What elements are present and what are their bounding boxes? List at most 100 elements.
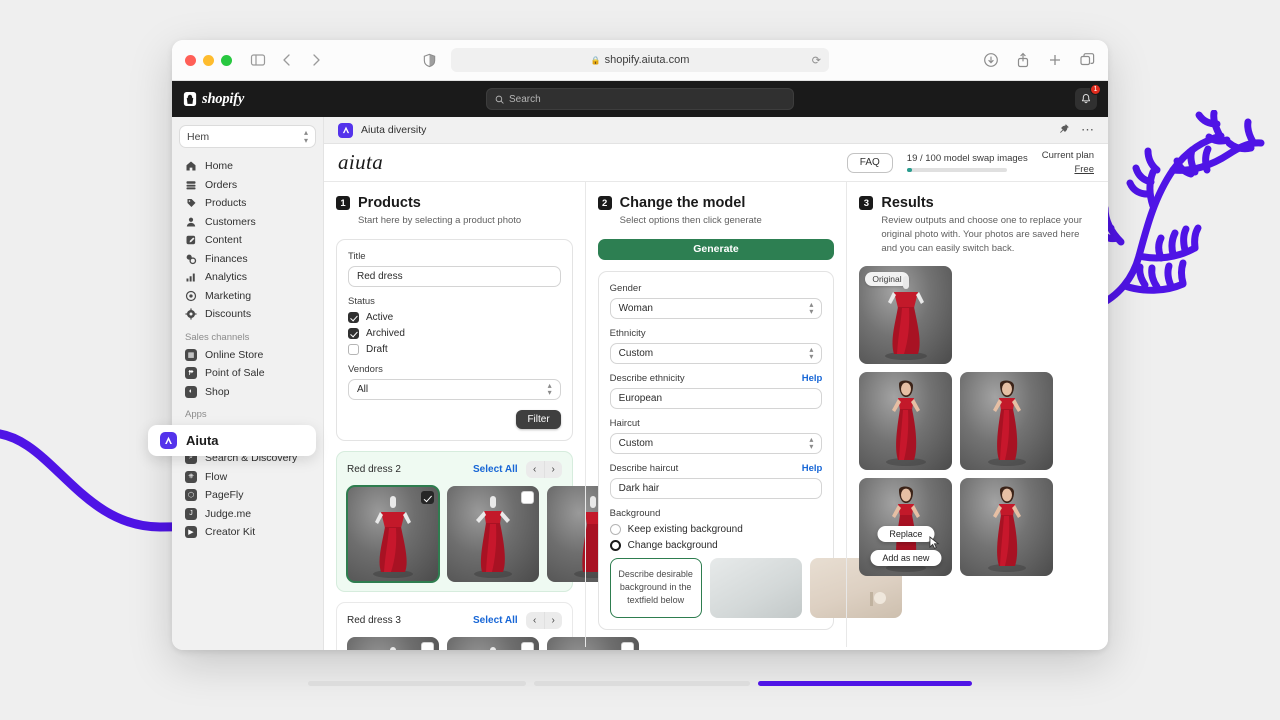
app-title: Aiuta diversity (361, 124, 427, 136)
online-store-icon: ▦ (185, 348, 197, 361)
close-window-button[interactable] (185, 54, 196, 66)
haircut-select[interactable]: Custom ▴ ▾ (609, 432, 823, 454)
reload-icon[interactable]: ⟳ (812, 54, 821, 67)
background-swatch-grey[interactable] (709, 557, 802, 618)
tab-overview-icon[interactable] (1079, 52, 1095, 68)
thumbnail-checkbox[interactable] (521, 490, 534, 504)
sidebar-item-label: Analytics (205, 271, 248, 284)
pin-icon[interactable] (1059, 121, 1070, 139)
sidebar-item-analytics[interactable]: Analytics (179, 268, 316, 287)
replace-button[interactable]: Replace (877, 526, 935, 543)
sidebar-item-creator-kit[interactable]: ▶ Creator Kit (179, 523, 316, 542)
store-selector[interactable]: Hem ▴ ▾ (179, 125, 316, 148)
chevron-left-icon[interactable]: ‹ (526, 461, 544, 478)
minimize-window-button[interactable] (203, 54, 214, 66)
aiuta-app-icon (338, 122, 353, 138)
thumbnail-checkbox[interactable] (521, 641, 534, 650)
result-image[interactable] (859, 372, 953, 471)
radio-change-background[interactable]: Change background (609, 539, 823, 551)
sidebar-item-judgeme[interactable]: J Judge.me (179, 505, 316, 524)
chevron-left-icon[interactable]: ‹ (526, 612, 544, 629)
describe-haircut-input[interactable]: Dark hair (609, 477, 823, 499)
status-checkbox-draft[interactable]: Draft (348, 343, 561, 355)
usage-fill (906, 168, 912, 172)
back-chevron-icon[interactable] (279, 52, 295, 68)
more-horizontal-icon[interactable]: ⋯ (1081, 123, 1094, 136)
sidebar-item-aiuta[interactable]: Aiuta (148, 425, 316, 456)
sidebar-item-pagefly[interactable]: ⬡ PageFly (179, 486, 316, 505)
filter-button[interactable]: Filter (516, 409, 561, 429)
plan-value[interactable]: Free (1042, 164, 1094, 175)
sidebar-item-home[interactable]: Home (179, 157, 316, 176)
status-label-draft: Draft (366, 343, 388, 355)
checkbox-icon (348, 311, 359, 323)
forward-chevron-icon[interactable] (308, 52, 324, 68)
add-as-new-button[interactable]: Add as new (870, 550, 942, 567)
sidebar-item-customers[interactable]: Customers (179, 213, 316, 232)
product-thumbnail[interactable] (447, 636, 539, 650)
sidebar-item-orders[interactable]: Orders (179, 176, 316, 195)
gender-select[interactable]: Woman ▴ ▾ (609, 297, 823, 319)
model-photo (981, 378, 1033, 467)
sidebar-item-content[interactable]: Content (179, 231, 316, 250)
result-image[interactable] (960, 372, 1054, 471)
group-pager[interactable]: ‹ › (525, 460, 562, 478)
chevron-right-icon[interactable]: › (543, 611, 562, 629)
vendors-select[interactable]: All ▴ ▾ (348, 378, 561, 400)
result-image-hovered[interactable]: Replace Add as new (859, 478, 953, 577)
sidebar-toggle-icon[interactable] (250, 52, 266, 68)
thumbnail-checkbox[interactable] (421, 641, 434, 650)
faq-button[interactable]: FAQ (846, 152, 893, 173)
share-icon[interactable] (1015, 52, 1031, 68)
sidebar-item-flow[interactable]: ⎈ Flow (179, 468, 316, 487)
thumbnail-checkbox[interactable] (421, 490, 434, 504)
background-swatch-custom[interactable]: Describe desirable background in the tex… (609, 557, 702, 618)
sidebar-item-finances[interactable]: Finances (179, 250, 316, 269)
privacy-shield-icon[interactable] (422, 53, 437, 68)
sidebar-item-label: Creator Kit (205, 526, 256, 539)
usage-meter: 19 / 100 model swap images (906, 153, 1028, 172)
help-link-ethnicity[interactable]: Help (802, 373, 823, 384)
product-thumbnail[interactable] (347, 636, 439, 650)
title-value: Red dress (357, 270, 403, 282)
product-group-red-dress-3: Red dress 3 Select All ‹ › (336, 601, 639, 650)
chevron-right-icon[interactable]: › (543, 460, 562, 478)
address-bar[interactable]: 🔒 shopify.aiuta.com ⟳ (451, 48, 829, 72)
status-checkbox-archived[interactable]: Archived (348, 327, 561, 339)
scroll-indicator-3-active[interactable] (758, 681, 972, 686)
help-link-haircut[interactable]: Help (802, 463, 823, 474)
product-thumbnail[interactable] (447, 485, 539, 582)
window-traffic-lights[interactable] (185, 54, 232, 66)
haircut-value: Custom (618, 437, 654, 449)
scroll-indicator-2[interactable] (534, 681, 750, 686)
describe-ethnicity-input[interactable]: European (609, 387, 823, 409)
result-original[interactable]: Original (859, 266, 953, 365)
model-options-card: Gender Woman ▴ ▾ Ethnicity Custom ▴ ▾ De… (597, 270, 902, 630)
sidebar-item-online-store[interactable]: ▦ Online Store (179, 346, 316, 365)
plus-icon[interactable] (1047, 52, 1063, 68)
notifications-button[interactable]: 1 (1075, 84, 1101, 110)
download-icon[interactable] (983, 52, 999, 68)
maximize-window-button[interactable] (221, 54, 232, 66)
products-tag-icon (185, 197, 197, 209)
radio-keep-background[interactable]: Keep existing background (609, 523, 823, 535)
sidebar-item-discounts[interactable]: Discounts (179, 305, 316, 324)
result-image[interactable] (960, 478, 1054, 577)
sidebar-item-shop[interactable]: ◐ Shop (179, 383, 316, 402)
shopify-logo[interactable]: shopify (183, 91, 244, 108)
global-search-input[interactable]: Search (486, 88, 794, 110)
status-checkbox-active[interactable]: Active (348, 311, 561, 323)
select-all-button[interactable]: Select All (473, 464, 518, 475)
generate-button[interactable]: Generate (597, 238, 835, 260)
content-pencil-icon (185, 234, 197, 246)
sidebar-item-marketing[interactable]: Marketing (179, 287, 316, 306)
group-pager[interactable]: ‹ › (525, 611, 562, 629)
sidebar-item-point-of-sale[interactable]: ₱ Point of Sale (179, 364, 316, 383)
select-all-button[interactable]: Select All (473, 615, 518, 626)
sidebar-item-products[interactable]: Products (179, 194, 316, 213)
scroll-indicator-1[interactable] (308, 681, 526, 686)
product-thumbnail[interactable] (346, 484, 440, 583)
title-input[interactable]: Red dress (348, 265, 561, 287)
usage-track (906, 168, 1007, 172)
ethnicity-select[interactable]: Custom ▴ ▾ (609, 342, 823, 364)
